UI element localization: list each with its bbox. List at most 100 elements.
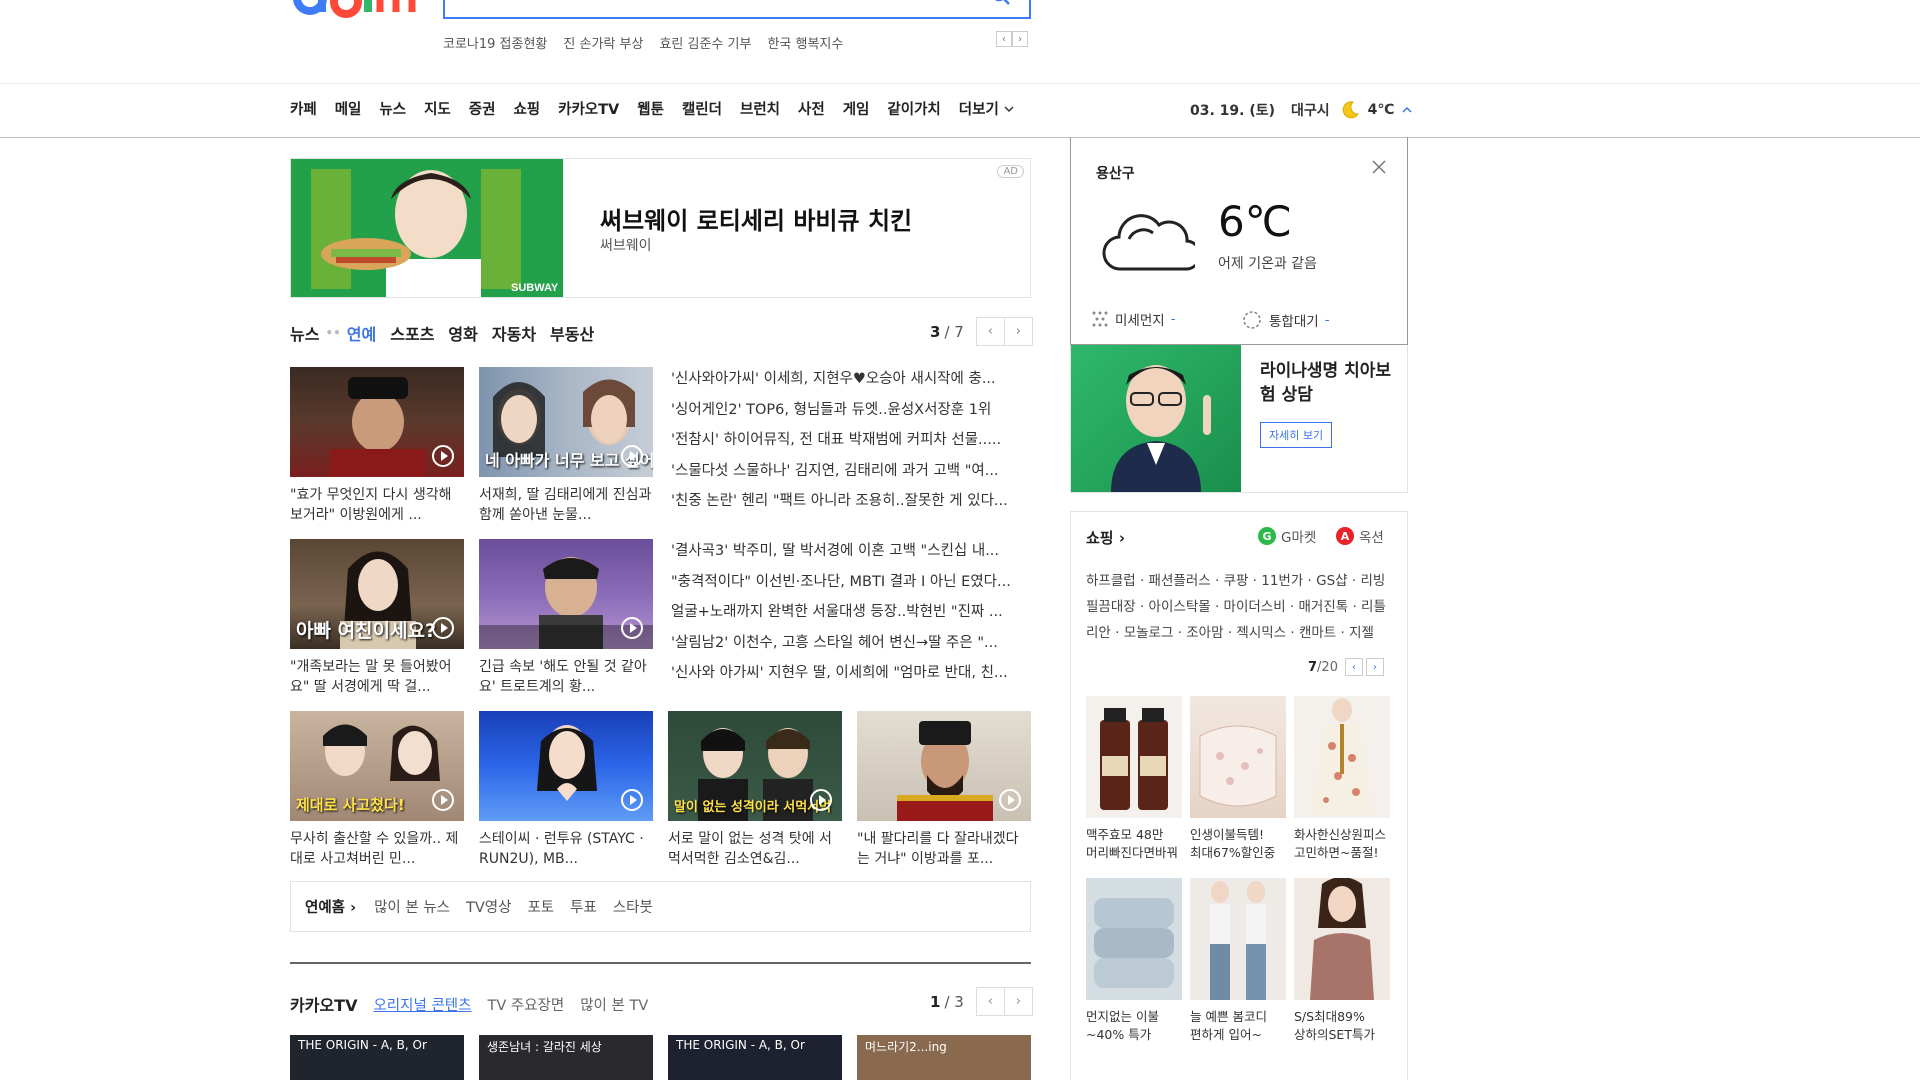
rising-keyword[interactable]: 효린 김준수 기부 (659, 33, 751, 52)
life-insurance-ad[interactable]: 라이나생명 치아보험 상담 자세히 보기 (1070, 345, 1408, 493)
chevron-right-icon[interactable]: › (1012, 31, 1028, 47)
kakaotv-thumbnail[interactable]: THE ORIGIN - A, B, Or (668, 1035, 842, 1080)
close-icon[interactable] (1371, 159, 1387, 175)
ent-link[interactable]: TV영상 (466, 896, 511, 917)
nav-item-mail[interactable]: 메일 (335, 98, 362, 119)
product-image[interactable] (1294, 696, 1390, 818)
product-caption-1[interactable]: S/S최대89% (1294, 1008, 1398, 1026)
news-caption[interactable]: "효가 무엇인지 다시 생각해 보거라" 이방원에게 ... (290, 485, 464, 525)
rising-keyword[interactable]: 한국 행복지수 (767, 33, 843, 52)
headline-item[interactable]: '싱어게인2' TOP6, 형님들과 듀엣..윤성X서장훈 1위 (671, 398, 1031, 429)
headline-item[interactable]: "충격적이다" 이선빈·조나단, MBTI 결과 I 아닌 E였다... (671, 570, 1031, 601)
news-thumbnail[interactable]: 제대로 사고쳤다! (290, 711, 464, 821)
chevron-left-icon[interactable]: ‹ (996, 31, 1012, 47)
daum-logo[interactable] (290, 0, 420, 24)
product-caption-2[interactable]: 최대67%할인중 (1190, 844, 1294, 862)
product-caption-1[interactable]: 인생이불득템! (1190, 826, 1294, 844)
product-caption-1[interactable]: 늘 예쁜 봄코디 (1190, 1008, 1294, 1026)
shopping-links[interactable]: 하프클럽 · 패션플러스 · 쿠팡 · 11번가 · GS샵 · 리빙필끔대장 … (1086, 568, 1396, 646)
nav-item-brunch[interactable]: 브런치 (740, 98, 780, 119)
news-caption[interactable]: "내 팔다리를 다 잘라내겠다는 거냐" 이방과를 포... (857, 829, 1031, 869)
product-caption-2[interactable]: 고민하면~품절! (1294, 844, 1398, 862)
news-caption[interactable]: 무사히 출산할 수 있을까.. 제대로 사고쳐버린 민... (290, 829, 464, 869)
news-card[interactable]: 스테이씨 · 런투유 (STAYC · RUN2U), MB... (479, 711, 653, 869)
headline-item[interactable]: '스물다섯 스물하나' 김지연, 김태리에 과거 고백 "여... (671, 459, 1031, 490)
news-caption[interactable]: "개족보라는 말 못 들어봤어요" 딸 서경에게 딱 걸... (290, 657, 464, 697)
tab-movie[interactable]: 영화 (448, 321, 477, 345)
news-card[interactable]: 긴급 속보 '해도 안될 것 같아요' 트로트계의 황... (479, 539, 653, 697)
news-card[interactable]: "내 팔다리를 다 잘라내겠다는 거냐" 이방과를 포... (857, 711, 1031, 869)
nav-item-stock[interactable]: 증권 (469, 98, 496, 119)
tab-sports[interactable]: 스포츠 (390, 321, 434, 345)
chevron-left-icon[interactable]: ‹ (975, 317, 1005, 346)
gmarket-link[interactable]: G G마켓 (1258, 526, 1316, 546)
nav-more-button[interactable]: 더보기 (959, 98, 1014, 119)
news-thumbnail[interactable] (479, 711, 653, 821)
ad-title[interactable]: 라이나생명 치아보험 상담 (1260, 359, 1400, 407)
product-image[interactable] (1086, 878, 1182, 1000)
news-caption[interactable]: 긴급 속보 '해도 안될 것 같아요' 트로트계의 황... (479, 657, 653, 697)
fine-dust-item[interactable]: 미세먼지 - (1091, 309, 1176, 329)
headline-item[interactable]: '신사와아가씨' 이세희, 지현우♥오승아 새시작에 충... (671, 367, 1031, 398)
product-caption-2[interactable]: 머리빠진다면바꿔 (1086, 844, 1190, 862)
product-caption-1[interactable]: 맥주효모 48만 (1086, 826, 1190, 844)
air-quality-item[interactable]: 통합대기 - (1241, 309, 1330, 331)
nav-item-calendar[interactable]: 캘린더 (682, 98, 722, 119)
tab-news[interactable]: 뉴스 (290, 321, 319, 345)
ad-banner[interactable]: SUBWAY 써브웨이 로티세리 바비큐 치킨 써브웨이 AD (290, 158, 1031, 298)
news-card[interactable]: 제대로 사고쳤다! 무사히 출산할 수 있을까.. 제대로 사고쳐버린 민... (290, 711, 464, 869)
tab-realestate[interactable]: 부동산 (550, 321, 594, 345)
weather-location[interactable]: 용산구 (1096, 163, 1135, 183)
kakaotv-thumbnail[interactable]: 며느라기2...ing (857, 1035, 1031, 1080)
nav-item-together[interactable]: 같이가치 (887, 98, 940, 119)
news-card[interactable]: 아빠 여친이세요? "개족보라는 말 못 들어봤어요" 딸 서경에게 딱 걸..… (290, 539, 464, 697)
details-button[interactable]: 자세히 보기 (1260, 422, 1333, 448)
news-caption[interactable]: 서로 말이 없는 성격 탓에 서먹서먹한 김소연&김... (668, 829, 842, 869)
search-input[interactable] (443, 0, 1031, 19)
ent-home-link[interactable]: 연예홈 › (305, 896, 356, 917)
nav-item-shopping[interactable]: 쇼핑 (513, 98, 540, 119)
headline-item[interactable]: '결사곡3' 박주미, 딸 박서경에 이혼 고백 "스킨십 내... (671, 539, 1031, 570)
ent-link[interactable]: 포토 (527, 896, 554, 917)
tab-auto[interactable]: 자동차 (492, 321, 536, 345)
nav-item-game[interactable]: 게임 (843, 98, 870, 119)
tab-entertainment[interactable]: 연예 (347, 321, 376, 345)
product-card[interactable]: 맥주효모 48만 머리빠진다면바꿔 (1086, 696, 1182, 862)
headline-item[interactable]: '살림남2' 이천수, 고흥 스타일 헤어 변신→딸 주은 "... (671, 631, 1031, 662)
chevron-right-icon[interactable]: › (1003, 987, 1033, 1016)
kakaotv-thumbnail[interactable]: THE ORIGIN - A, B, Or (290, 1035, 464, 1080)
product-caption-2[interactable]: 상하의SET특가 (1294, 1026, 1398, 1044)
chevron-right-icon[interactable]: › (1003, 317, 1033, 346)
product-caption-2[interactable]: ~40% 특가 (1086, 1026, 1190, 1044)
nav-item-webtoon[interactable]: 웹툰 (637, 98, 664, 119)
news-card[interactable]: 말이 없는 성격이라 서먹서먹 서로 말이 없는 성격 탓에 서먹서먹한 김소연… (668, 711, 842, 869)
product-image[interactable] (1294, 878, 1390, 1000)
news-thumbnail[interactable] (290, 367, 464, 477)
ent-link[interactable]: 많이 본 뉴스 (374, 896, 450, 917)
tab-tv-highlights[interactable]: TV 주요장면 (487, 994, 564, 1015)
product-card[interactable]: 인생이불득템! 최대67%할인중 (1190, 696, 1286, 862)
chevron-up-icon[interactable] (1402, 106, 1412, 114)
current-city[interactable]: 대구시 (1291, 100, 1330, 120)
chevron-right-icon[interactable]: › (1365, 658, 1384, 676)
product-card[interactable]: 화사한신상원피스 고민하면~품절! (1294, 696, 1390, 862)
ad-title[interactable]: 써브웨이 로티세리 바비큐 치킨 (600, 201, 912, 236)
news-thumbnail[interactable]: 말이 없는 성격이라 서먹서먹 (668, 711, 842, 821)
chevron-left-icon[interactable]: ‹ (1344, 658, 1363, 676)
product-image[interactable] (1190, 696, 1286, 818)
nav-item-news[interactable]: 뉴스 (379, 98, 406, 119)
news-thumbnail[interactable]: 네 아빠가 너무 보고 싶어 (479, 367, 653, 477)
news-thumbnail[interactable]: 아빠 여친이세요? (290, 539, 464, 649)
product-card[interactable]: 먼지없는 이불 ~40% 특가 (1086, 878, 1182, 1044)
nav-item-kakaotv[interactable]: 카카오TV (558, 98, 619, 119)
nav-item-cafe[interactable]: 카페 (290, 98, 317, 119)
product-caption-2[interactable]: 편하게 입어~ (1190, 1026, 1294, 1044)
product-image[interactable] (1190, 878, 1286, 1000)
chevron-left-icon[interactable]: ‹ (975, 987, 1005, 1016)
news-caption[interactable]: 서재희, 딸 김태리에게 진심과 함께 쏟아낸 눈물... (479, 485, 653, 525)
tab-popular-tv[interactable]: 많이 본 TV (580, 994, 648, 1015)
ent-link[interactable]: 스타붓 (613, 896, 653, 917)
auction-link[interactable]: A 옥션 (1336, 526, 1384, 546)
news-card[interactable]: "효가 무엇인지 다시 생각해 보거라" 이방원에게 ... (290, 367, 464, 525)
nav-item-map[interactable]: 지도 (424, 98, 451, 119)
